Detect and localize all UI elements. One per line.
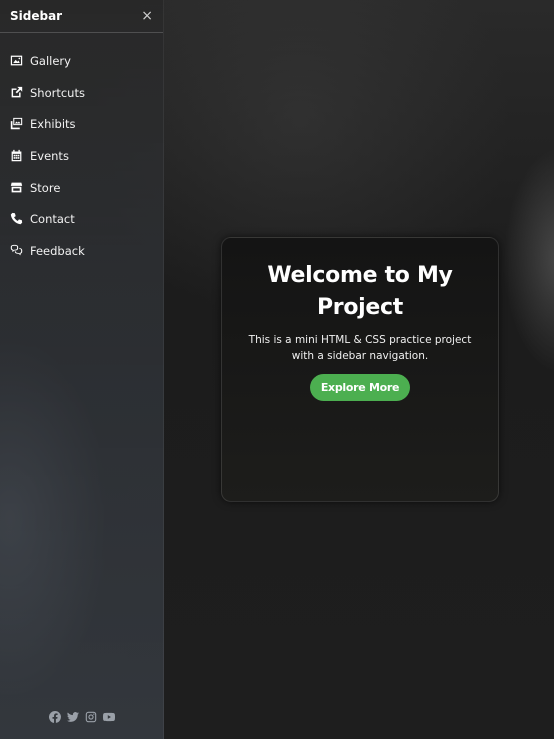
- sidebar-item-feedback[interactable]: Feedback: [0, 235, 163, 267]
- facebook-icon[interactable]: [48, 711, 61, 723]
- social-links: [0, 711, 163, 723]
- welcome-card: Welcome to My Project This is a mini HTM…: [221, 237, 499, 502]
- sidebar-item-label: Exhibits: [30, 117, 76, 132]
- sidebar-item-label: Shortcuts: [30, 85, 85, 100]
- sidebar-item-contact[interactable]: Contact: [0, 203, 163, 235]
- card-description: This is a mini HTML & CSS practice proje…: [248, 334, 472, 362]
- sidebar-item-label: Store: [30, 180, 61, 195]
- sidebar-item-label: Gallery: [30, 53, 71, 68]
- sidebar-item-shortcuts[interactable]: Shortcuts: [0, 77, 163, 109]
- sidebar-item-store[interactable]: Store: [0, 172, 163, 204]
- sidebar-item-label: Feedback: [30, 243, 85, 258]
- instagram-icon[interactable]: [85, 711, 97, 723]
- twitter-icon[interactable]: [66, 711, 79, 723]
- card-title: Welcome to My Project: [267, 263, 453, 320]
- sidebar-item-label: Contact: [30, 212, 75, 227]
- sidebar-item-events[interactable]: Events: [0, 140, 163, 172]
- image-icon: [10, 54, 24, 68]
- calendar-icon: [10, 149, 24, 163]
- store-icon: [10, 181, 24, 195]
- sidebar-title: Sidebar: [10, 9, 63, 23]
- comments-icon: [10, 244, 24, 258]
- images-icon: [10, 117, 24, 131]
- close-icon[interactable]: ×: [141, 8, 153, 24]
- youtube-icon[interactable]: [102, 711, 115, 723]
- sidebar-item-exhibits[interactable]: Exhibits: [0, 108, 163, 140]
- sidebar: Sidebar × Gallery Shortcuts Exhibits Eve…: [0, 0, 164, 739]
- explore-more-button[interactable]: Explore More: [309, 374, 411, 401]
- external-link-icon: [10, 86, 24, 100]
- sidebar-header: Sidebar ×: [0, 0, 163, 33]
- phone-icon: [10, 212, 24, 226]
- sidebar-item-label: Events: [30, 148, 69, 163]
- sidebar-item-gallery[interactable]: Gallery: [0, 45, 163, 77]
- sidebar-nav: Gallery Shortcuts Exhibits Events Store: [0, 45, 163, 267]
